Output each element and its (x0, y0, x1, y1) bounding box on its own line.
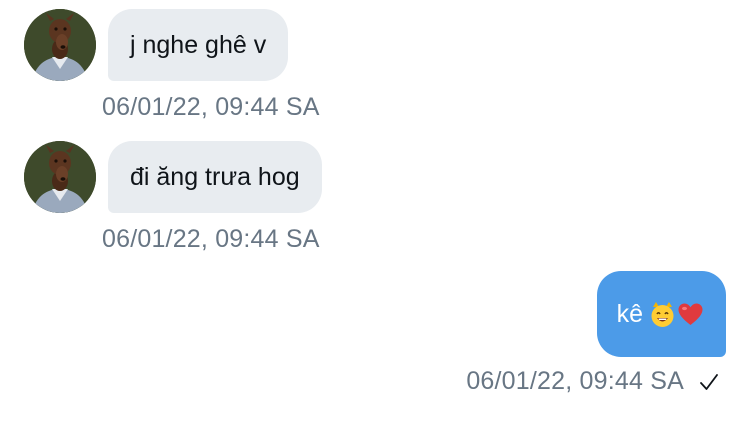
message-bubble[interactable]: đi ăng trưa hog (108, 141, 322, 213)
red-heart-emoji-icon (677, 301, 704, 328)
message-status-row: 06/01/22, 09:44 SA (466, 367, 720, 396)
doberman-dog-avatar-icon (24, 141, 96, 213)
message-text: j nghe ghê v (130, 30, 267, 59)
chat-thread: j nghe ghê v 06/01/22, 09:44 SA đi ăng t… (0, 0, 750, 446)
message-text: đi ăng trưa hog (130, 162, 300, 191)
message-timestamp: 06/01/22, 09:44 SA (102, 225, 320, 253)
avatar[interactable] (24, 9, 96, 81)
message-timestamp: 06/01/22, 09:44 SA (466, 367, 684, 395)
message-bubble[interactable]: j nghe ghê v (108, 9, 289, 81)
avatar[interactable] (24, 141, 96, 213)
grinning-cat-emoji-icon (649, 301, 676, 328)
message-timestamp: 06/01/22, 09:44 SA (102, 93, 320, 121)
doberman-dog-avatar-icon (24, 9, 96, 81)
message-bubble[interactable]: kê (596, 271, 726, 357)
message-text: kê (616, 299, 643, 328)
checkmark-icon (698, 371, 720, 393)
message-outgoing: kê (596, 271, 726, 357)
